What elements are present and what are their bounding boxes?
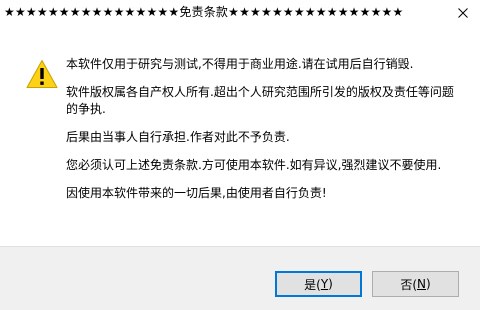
- button-bar: 是(Y) 否(N): [0, 246, 480, 310]
- warning-icon: [26, 60, 58, 88]
- close-button[interactable]: [446, 0, 480, 26]
- yes-button-accelerator: Y: [320, 277, 329, 291]
- no-button-label: 否(: [400, 277, 417, 292]
- yes-button-label: 是(: [304, 277, 321, 292]
- yes-button-label-end: ): [328, 277, 333, 291]
- message-paragraph-1: 本软件仅用于研究与测试,不得用于商业用途.请在试用后自行销毁.: [66, 57, 414, 71]
- message-paragraph-4: 您必须认可上述免责条款.方可使用本软件.如有异议,强烈建议不要使用.: [66, 158, 442, 172]
- no-button[interactable]: 否(N): [372, 271, 459, 297]
- message-text: 本软件仅用于研究与测试,不得用于商业用途.请在试用后自行销毁. 软件版权属各自产…: [66, 56, 461, 213]
- message-paragraph-2: 软件版权属各自产权人所有.超出个人研究范围所引发的版权及责任等问题的争执.: [66, 85, 454, 116]
- no-button-accelerator: N: [417, 277, 426, 291]
- window-title: ★★★★★★★★★★★★★★★★免责条款★★★★★★★★★★★★★★★★: [4, 5, 404, 19]
- message-paragraph-3: 后果由当事人自行承担.作者对此不予负责.: [66, 130, 290, 144]
- yes-button[interactable]: 是(Y): [275, 271, 362, 297]
- dialog-content: 本软件仅用于研究与测试,不得用于商业用途.请在试用后自行销毁. 软件版权属各自产…: [0, 26, 480, 246]
- close-icon: [458, 8, 468, 18]
- title-bar: ★★★★★★★★★★★★★★★★免责条款★★★★★★★★★★★★★★★★: [0, 0, 480, 26]
- no-button-label-end: ): [425, 277, 431, 291]
- message-paragraph-5: 因使用本软件带来的一切后果,由使用者自行负责!: [66, 186, 327, 200]
